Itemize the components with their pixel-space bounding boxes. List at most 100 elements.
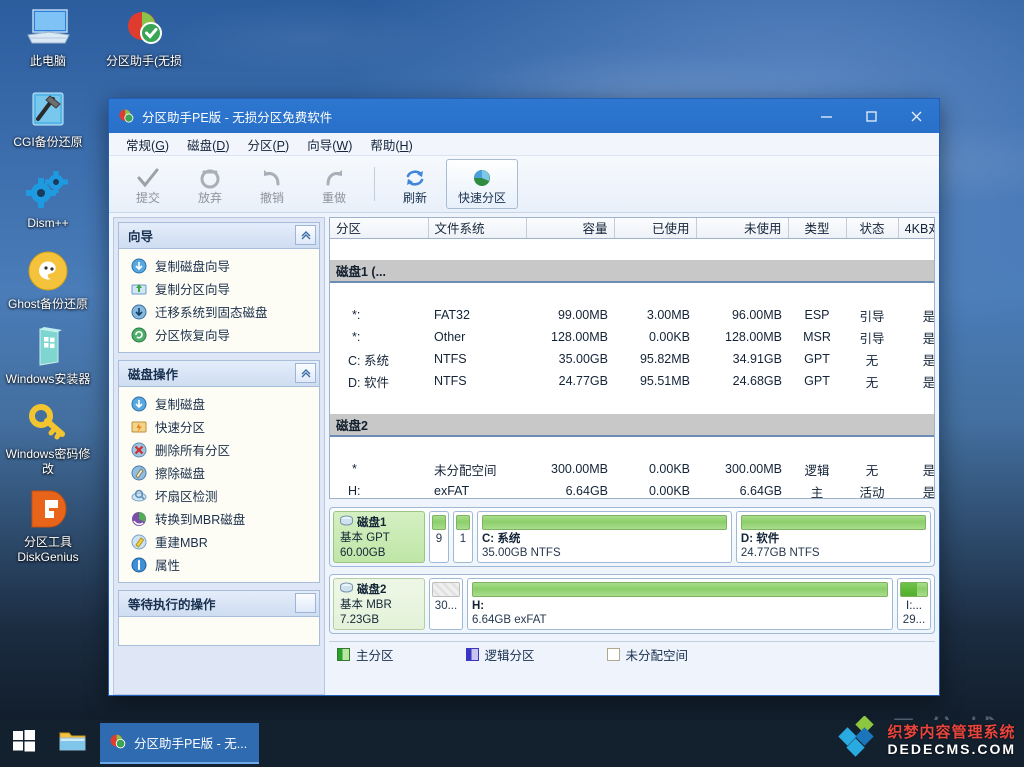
table-row[interactable]: H: exFAT 6.64GB 0.00KB 6.64GB 主 活动 是 xyxy=(330,480,934,498)
column-header-partition[interactable]: 分区 xyxy=(330,218,429,239)
column-header-unused[interactable]: 未使用 xyxy=(696,218,789,239)
minimize-button[interactable] xyxy=(804,99,849,133)
collapse-chevron-up-icon[interactable] xyxy=(295,225,316,245)
cell-filesystem: FAT32 xyxy=(434,308,470,322)
sidebar-item-copy-partition-wizard[interactable]: 复制分区向导 xyxy=(119,277,319,300)
taskbar-file-explorer[interactable] xyxy=(48,720,96,767)
menu-help[interactable]: 帮助(H) xyxy=(361,133,421,156)
cell-type: ESP xyxy=(804,308,830,322)
sidebar-item-convert-to-mbr[interactable]: 转换到MBR磁盘 xyxy=(119,507,319,530)
toolbar-separator xyxy=(374,167,375,201)
desktop-icon-this-pc[interactable]: 此电脑 xyxy=(0,4,96,69)
disk1-partition-esp[interactable]: 9 xyxy=(429,511,449,563)
panel-disk-operations: 磁盘操作 复制磁盘 快速分区 删除所有分区 擦除磁盘 坏扇区检测 转换到MBR磁… xyxy=(118,360,320,583)
disk-group-header-1[interactable]: 磁盘1 (... xyxy=(330,260,934,283)
disk-group-header-2[interactable]: 磁盘2 xyxy=(330,414,934,437)
sidebar-item-quick-partition[interactable]: 快速分区 xyxy=(119,415,319,438)
disk1-partition-d[interactable]: D: 软件 24.77GB NTFS xyxy=(735,511,932,563)
toolbar-commit-button[interactable]: 提交 xyxy=(117,159,179,209)
cell-partition: *: xyxy=(352,330,361,344)
collapse-chevron-up-icon[interactable] xyxy=(295,593,316,613)
toolbar-quick-partition-button[interactable]: 快速分区 xyxy=(446,159,518,209)
disk1-partition-c[interactable]: C: 系统 35.00GB NTFS xyxy=(477,511,732,563)
computer-icon xyxy=(0,4,96,52)
table-spacer xyxy=(330,238,934,260)
desktop-icon-dism[interactable]: Dism++ xyxy=(0,166,96,231)
sidebar-item-bad-sector-check[interactable]: 坏扇区检测 xyxy=(119,484,319,507)
menu-disk[interactable]: 磁盘(D) xyxy=(178,133,238,156)
menu-general[interactable]: 常规(G) xyxy=(117,133,178,156)
start-button[interactable] xyxy=(0,720,48,767)
check-icon xyxy=(136,163,160,189)
sidebar-item-copy-disk[interactable]: 复制磁盘 xyxy=(119,392,319,415)
capacity-bar xyxy=(482,515,727,530)
disk-map-2[interactable]: 磁盘2 基本 MBR 7.23GB 30... H: 6.64GB exFAT … xyxy=(329,574,935,634)
table-row[interactable]: *: FAT32 99.00MB 3.00MB 96.00MB ESP 引导 是 xyxy=(330,304,934,326)
partition-assistant-icon xyxy=(108,732,127,754)
close-button[interactable] xyxy=(894,99,939,133)
capacity-bar xyxy=(456,515,470,530)
window-titlebar[interactable]: 分区助手PE版 - 无损分区免费软件 xyxy=(109,99,939,133)
desktop-icon-windows-installer[interactable]: Windows安装器 xyxy=(0,322,96,387)
sidebar-item-migrate-os[interactable]: 迁移系统到固态磁盘 xyxy=(119,300,319,323)
toolbar-refresh-button[interactable]: 刷新 xyxy=(384,159,446,209)
column-header-4kb-align[interactable]: 4KB对齐 xyxy=(898,218,934,239)
quick-partition-icon xyxy=(470,163,494,189)
table-row[interactable]: * 未分配空间 300.00MB 0.00KB 300.00MB 逻辑 无 是 xyxy=(330,458,934,480)
desktop-icon-label: Windows密码修改 xyxy=(5,447,91,476)
desktop-icon-label: Windows安装器 xyxy=(5,372,91,386)
work-area: 向导 复制磁盘向导 复制分区向导 迁移系统到固态磁盘 分区恢复向导 磁盘操作 复… xyxy=(109,213,939,695)
sidebar-item-label: 坏扇区检测 xyxy=(155,490,218,504)
menu-wizard[interactable]: 向导(W) xyxy=(298,133,361,156)
cell-capacity: 24.77GB xyxy=(558,374,608,388)
key-icon xyxy=(0,397,96,445)
disk2-unallocated[interactable]: 30... xyxy=(429,578,463,630)
sidebar-item-wipe-disk[interactable]: 擦除磁盘 xyxy=(119,461,319,484)
disk2-partition-i[interactable]: I:... 29... xyxy=(897,578,931,630)
column-header-used[interactable]: 已使用 xyxy=(614,218,697,239)
table-row[interactable]: D: 软件 NTFS 24.77GB 95.51MB 24.68GB GPT 无… xyxy=(330,370,934,392)
capacity-bar xyxy=(472,582,888,597)
toolbar-label: 撤销 xyxy=(259,191,284,205)
cell-filesystem: NTFS xyxy=(434,374,467,388)
sidebar-item-label: 迁移系统到固态磁盘 xyxy=(155,306,268,320)
desktop-icon-partition-assistant[interactable]: 分区助手(无损 xyxy=(96,4,192,69)
collapse-chevron-up-icon[interactable] xyxy=(295,363,316,383)
taskbar-task-partition-assistant[interactable]: 分区助手PE版 - 无... xyxy=(100,723,260,764)
sidebar-item-label: 复制磁盘 xyxy=(155,398,206,412)
desktop-icon-ghost-backup[interactable]: Ghost备份还原 xyxy=(0,247,96,312)
desktop-icon-diskgenius[interactable]: 分区工具DiskGenius xyxy=(0,485,96,565)
sidebar-item-recover-partition-wizard[interactable]: 分区恢复向导 xyxy=(119,323,319,346)
toolbar-label: 放弃 xyxy=(197,191,222,205)
cell-filesystem: exFAT xyxy=(434,484,470,498)
desktop-icon-cgi-backup[interactable]: CGI备份还原 xyxy=(0,85,96,150)
sidebar-item-properties[interactable]: 属性 xyxy=(119,553,319,576)
sidebar-item-delete-all-partitions[interactable]: 删除所有分区 xyxy=(119,438,319,461)
maximize-button[interactable] xyxy=(849,99,894,133)
sidebar-item-copy-disk-wizard[interactable]: 复制磁盘向导 xyxy=(119,254,319,277)
table-spacer xyxy=(330,392,934,414)
desktop-icon-windows-password[interactable]: Windows密码修改 xyxy=(0,397,96,477)
column-header-type[interactable]: 类型 xyxy=(788,218,847,239)
disk-map-area: 磁盘1 基本 GPT 60.00GB 9 1 C: 系统 35.00GB NTF… xyxy=(329,507,935,634)
column-header-filesystem[interactable]: 文件系统 xyxy=(428,218,527,239)
disk-map-1[interactable]: 磁盘1 基本 GPT 60.00GB 9 1 C: 系统 35.00GB NTF… xyxy=(329,507,935,567)
table-row[interactable]: *: Other 128.00MB 0.00KB 128.00MB MSR 引导… xyxy=(330,326,934,348)
app-icon xyxy=(117,107,135,125)
sidebar-item-rebuild-mbr[interactable]: 重建MBR xyxy=(119,530,319,553)
column-header-capacity[interactable]: 容量 xyxy=(526,218,615,239)
toolbar-label: 快速分区 xyxy=(457,191,506,205)
disk1-partition-msr[interactable]: 1 xyxy=(453,511,473,563)
desktop-icon-label: Dism++ xyxy=(27,216,69,230)
capacity-bar xyxy=(740,515,927,530)
toolbar-discard-button[interactable]: 放弃 xyxy=(179,159,241,209)
toolbar-undo-button[interactable]: 撤销 xyxy=(241,159,303,209)
column-header-status[interactable]: 状态 xyxy=(846,218,899,239)
table-row[interactable]: C: 系统 NTFS 35.00GB 95.82MB 34.91GB GPT 无… xyxy=(330,348,934,370)
sidebar-item-label: 复制分区向导 xyxy=(155,283,231,297)
panel-title: 等待执行的操作 xyxy=(128,598,216,612)
capacity-bar xyxy=(432,515,446,530)
menu-partition[interactable]: 分区(P) xyxy=(238,133,298,156)
disk2-partition-h[interactable]: H: 6.64GB exFAT xyxy=(467,578,893,630)
toolbar-redo-button[interactable]: 重做 xyxy=(303,159,365,209)
